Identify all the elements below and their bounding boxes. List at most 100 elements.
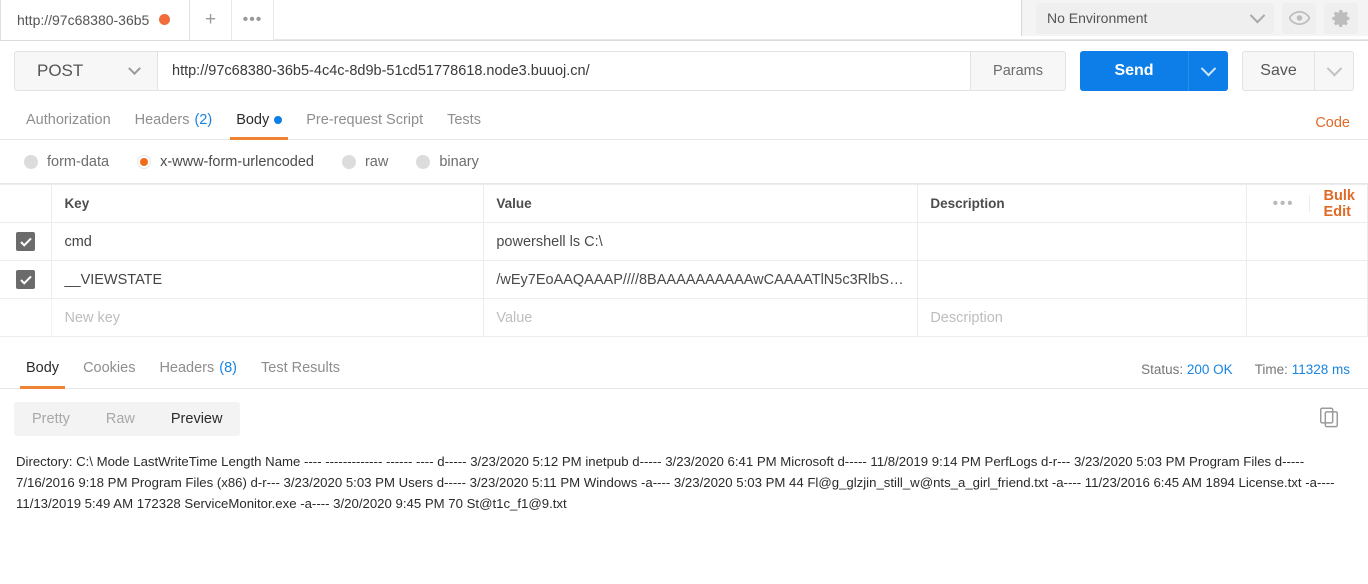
save-button[interactable]: Save [1242, 51, 1314, 91]
row-description[interactable] [917, 222, 1247, 261]
save-label: Save [1260, 62, 1297, 79]
save-button-group: Save [1242, 51, 1354, 91]
new-row-value-input[interactable]: Value [483, 298, 919, 337]
settings-button[interactable] [1324, 2, 1358, 34]
view-mode-pretty[interactable]: Pretty [14, 402, 88, 436]
body-modified-dot-icon [274, 116, 283, 124]
environment-area: No Environment [1021, 0, 1368, 36]
time-value: 11328 ms [1291, 362, 1350, 377]
tab-tests[interactable]: Tests [435, 112, 493, 139]
response-tab-cookies[interactable]: Cookies [71, 360, 147, 388]
save-options-button[interactable] [1314, 51, 1354, 91]
view-mode-preview[interactable]: Preview [152, 402, 241, 436]
table-header-row: Key Value Description ••• Bulk Edit [0, 184, 1368, 223]
environment-quick-look-button[interactable] [1282, 2, 1316, 34]
chevron-down-icon [1326, 60, 1342, 76]
status-value: 200 OK [1186, 362, 1233, 377]
new-row-key-input[interactable]: New key [51, 298, 485, 337]
row-checkbox-cell[interactable] [0, 222, 53, 261]
response-view-mode-group: Pretty Raw Preview [14, 402, 241, 436]
response-meta: Status: 200 OK Time: 11328 ms [1141, 362, 1350, 377]
bulk-edit-button[interactable]: Bulk Edit [1310, 188, 1355, 220]
tab-authorization[interactable]: Authorization [14, 112, 123, 139]
tab-label: Test Results [261, 360, 340, 376]
radio-icon[interactable] [24, 155, 38, 169]
response-tab-body[interactable]: Body [14, 360, 71, 389]
row-value[interactable]: powershell ls C:\ [483, 222, 919, 261]
url-input[interactable]: http://97c68380-36b5-4c4c-8d9b-51cd51778… [157, 51, 971, 91]
code-link[interactable]: Code [1315, 115, 1350, 131]
column-header-key: Key [51, 184, 485, 223]
radio-icon[interactable] [416, 155, 431, 169]
response-body-preview: Directory: C:\ Mode LastWriteTime Length… [16, 454, 1335, 511]
response-tab-headers[interactable]: Headers (8) [147, 360, 249, 388]
request-tab[interactable]: http://97c68380-36b5 [0, 0, 190, 40]
eye-icon [1288, 11, 1310, 25]
row-checkbox-cell[interactable] [0, 260, 53, 299]
row-description[interactable] [917, 260, 1247, 299]
copy-response-button[interactable] [1318, 406, 1340, 433]
params-table: Key Value Description ••• Bulk Edit cmd … [0, 184, 1368, 337]
tab-options-button[interactable]: ••• [232, 0, 274, 40]
row-key[interactable]: cmd [51, 222, 485, 261]
tab-label: Pre-request Script [306, 112, 424, 128]
checkbox-checked-icon[interactable] [16, 232, 36, 251]
body-type-form-data[interactable]: form-data [24, 154, 109, 170]
tab-label: Headers [134, 112, 190, 128]
environment-selector[interactable]: No Environment [1036, 2, 1274, 34]
params-table-head: Key Value Description ••• Bulk Edit [0, 184, 1368, 223]
http-method-label: POST [37, 61, 84, 80]
body-type-raw[interactable]: raw [341, 154, 389, 170]
body-type-x-www-form-urlencoded[interactable]: x-www-form-urlencoded [137, 154, 314, 170]
table-row-new[interactable]: New key Value Description [0, 298, 1368, 337]
copy-icon [1320, 407, 1338, 428]
url-text: http://97c68380-36b5-4c4c-8d9b-51cd51778… [172, 63, 590, 79]
tab-headers[interactable]: Headers (2) [123, 112, 225, 139]
tab-body[interactable]: Body [224, 112, 294, 140]
status-label: Status: [1141, 362, 1184, 377]
row-value[interactable]: /wEy7EoAAQAAAP////8BAAAAAAAAAAwCAAAATlN5… [483, 260, 919, 299]
column-header-actions: ••• Bulk Edit [1246, 184, 1368, 223]
column-header-value: Value [483, 184, 919, 223]
time-label: Time: [1254, 362, 1288, 377]
radio-icon[interactable] [341, 155, 356, 169]
request-tab-strip: http://97c68380-36b5 + ••• [0, 0, 274, 40]
table-row[interactable]: cmd powershell ls C:\ [0, 222, 1368, 261]
checkbox-checked-icon[interactable] [16, 270, 36, 289]
plus-icon: + [204, 8, 217, 30]
response-tab-test-results[interactable]: Test Results [249, 360, 352, 388]
tab-label: Cookies [83, 360, 136, 376]
environment-label: No Environment [1047, 10, 1148, 26]
tab-label: Tests [447, 112, 481, 128]
new-row-checkbox-cell [0, 298, 53, 337]
chevron-down-icon [1200, 60, 1217, 76]
send-options-button[interactable] [1188, 51, 1228, 91]
body-type-binary[interactable]: binary [416, 154, 479, 170]
params-button[interactable]: Params [970, 51, 1066, 91]
column-header-description: Description [917, 184, 1247, 223]
body-type-radio-group: form-data x-www-form-urlencoded raw bina… [0, 140, 1368, 184]
send-button[interactable]: Send [1080, 51, 1188, 91]
http-method-selector[interactable]: POST [14, 51, 157, 91]
body-type-label: form-data [47, 154, 110, 170]
tab-pre-request-script[interactable]: Pre-request Script [294, 112, 435, 139]
ellipsis-icon[interactable]: ••• [1259, 195, 1310, 212]
ellipsis-icon: ••• [242, 10, 263, 28]
request-section-tabs: Authorization Headers (2) Body Pre-reque… [0, 101, 1368, 140]
row-key[interactable]: __VIEWSTATE [51, 260, 485, 299]
new-tab-button[interactable]: + [190, 0, 232, 40]
params-label: Params [993, 63, 1043, 79]
row-actions [1246, 260, 1368, 299]
params-table-body: cmd powershell ls C:\ __VIEWSTATE /wEy7E… [0, 222, 1368, 337]
tab-label: Authorization [26, 112, 111, 128]
table-row[interactable]: __VIEWSTATE /wEy7EoAAQAAAP////8BAAAAAAAA… [0, 260, 1368, 299]
body-type-label: binary [439, 154, 479, 170]
tab-label: Body [26, 360, 60, 376]
request-tab-label: http://97c68380-36b5 [17, 11, 150, 28]
view-mode-raw[interactable]: Raw [88, 402, 153, 436]
status-badge: Status: 200 OK [1141, 362, 1233, 377]
new-row-description-input[interactable]: Description [917, 298, 1247, 337]
response-section-tabs: Body Cookies Headers (8) Test Results St… [0, 347, 1368, 389]
radio-selected-icon[interactable] [137, 155, 152, 169]
body-type-label: raw [364, 154, 389, 170]
